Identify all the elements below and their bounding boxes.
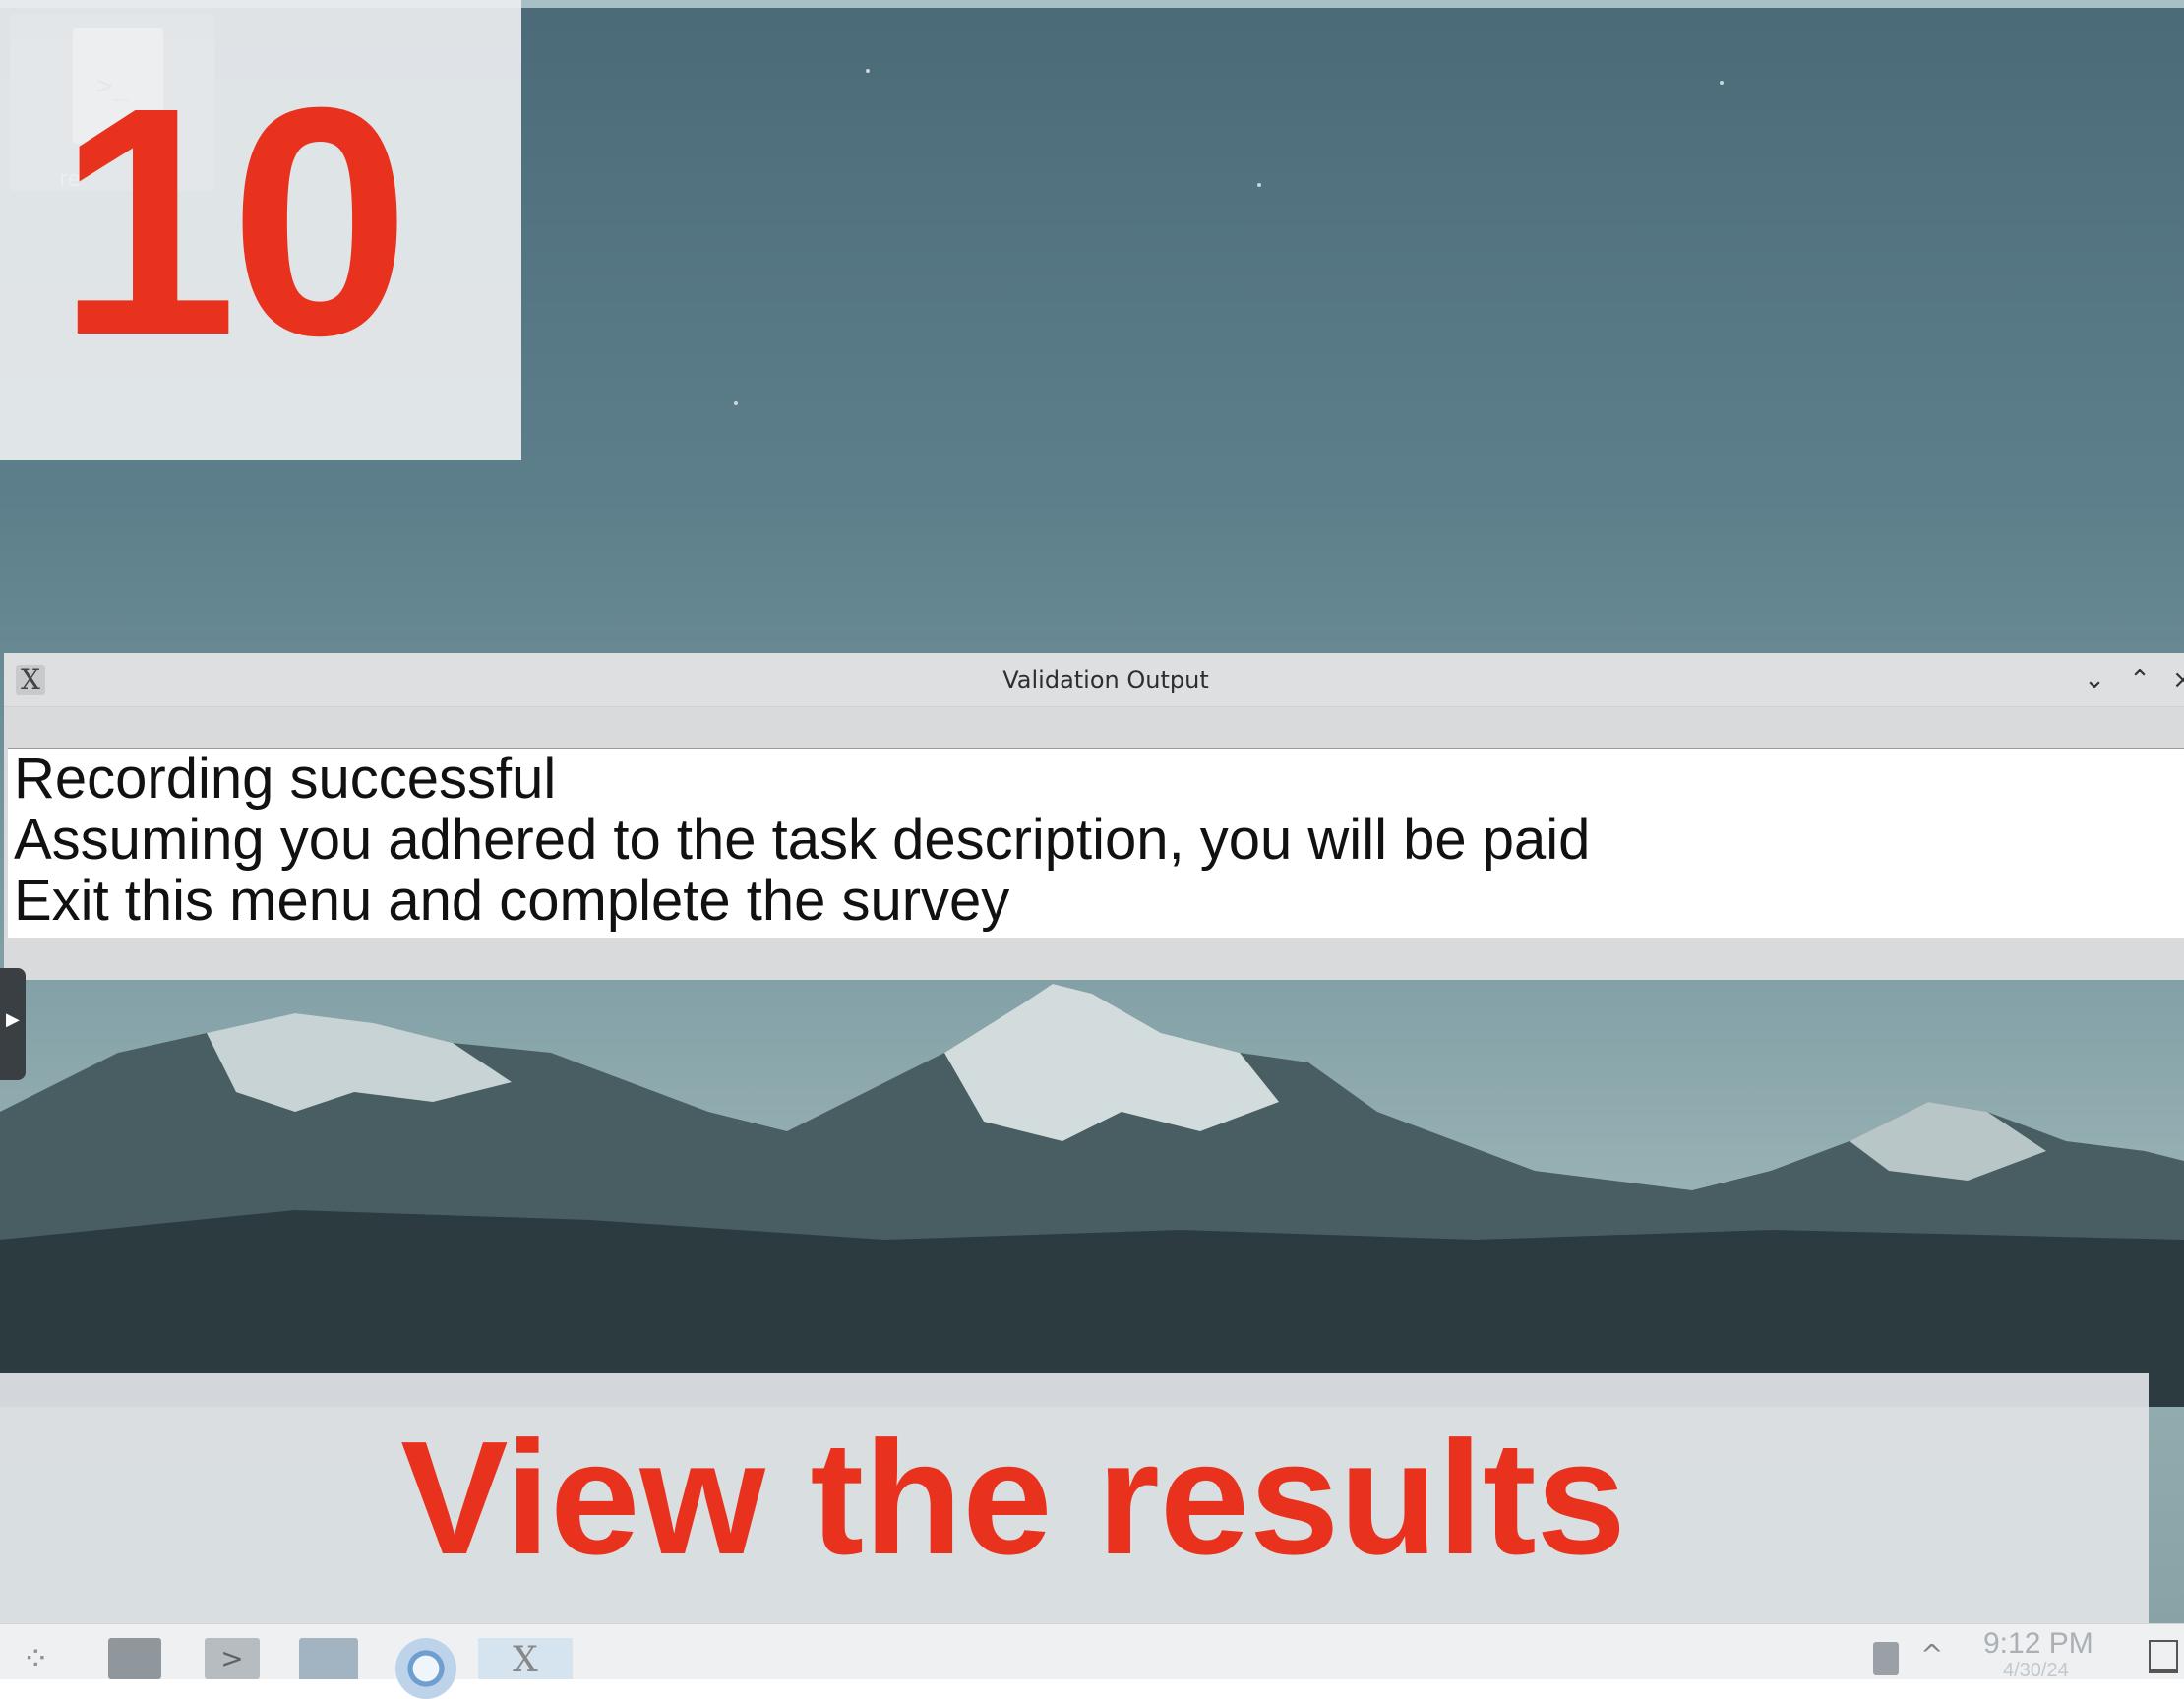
browser-icon[interactable]	[395, 1638, 456, 1699]
step-number: 10	[57, 39, 410, 402]
show-desktop-icon[interactable]	[2149, 1640, 2178, 1673]
message-line-instruction: Exit this menu and complete the survey	[14, 869, 1010, 933]
caption-text: View the results	[400, 1408, 1626, 1588]
taskbar: ⁘ > X ^ 9:12 PM 4/30/24	[0, 1623, 2184, 1699]
expand-arrow-icon: ▶	[6, 1009, 20, 1030]
clock-time[interactable]: 9:12 PM	[1983, 1626, 2093, 1662]
star	[734, 401, 738, 405]
terminal-app-icon[interactable]: >	[205, 1638, 260, 1679]
minimize-button[interactable]: ⌄	[2076, 661, 2113, 698]
message-line-success: Recording successful	[14, 747, 557, 811]
window-titlebar[interactable]: X Validation Output ⌄ ⌃ ×	[4, 653, 2184, 707]
chevron-up-icon[interactable]: ^	[1920, 1638, 1943, 1679]
x-app-taskbar-icon[interactable]: X	[478, 1638, 573, 1680]
side-panel-handle[interactable]: ▶	[0, 968, 26, 1080]
star	[1720, 81, 1724, 85]
star	[866, 69, 870, 73]
app-launcher-icon[interactable]: ⁘	[22, 1638, 71, 1679]
file-manager-icon[interactable]	[299, 1638, 358, 1679]
mountain-range	[0, 984, 2184, 1407]
message-area: Recording successful Assuming you adhere…	[8, 748, 2184, 938]
validation-output-window: X Validation Output ⌄ ⌃ × Recording succ…	[4, 653, 2184, 980]
star	[1257, 183, 1261, 187]
clipboard-icon[interactable]	[1873, 1642, 1899, 1675]
close-button[interactable]: ×	[2164, 661, 2184, 698]
caption-box: View the results	[0, 1373, 2149, 1623]
window-title: Validation Output	[1002, 666, 1209, 694]
settings-app-icon[interactable]	[108, 1638, 161, 1679]
step-badge: 10	[0, 0, 521, 460]
maximize-button[interactable]: ⌃	[2121, 661, 2158, 698]
message-line-payment: Assuming you adhered to the task descrip…	[14, 808, 1591, 872]
